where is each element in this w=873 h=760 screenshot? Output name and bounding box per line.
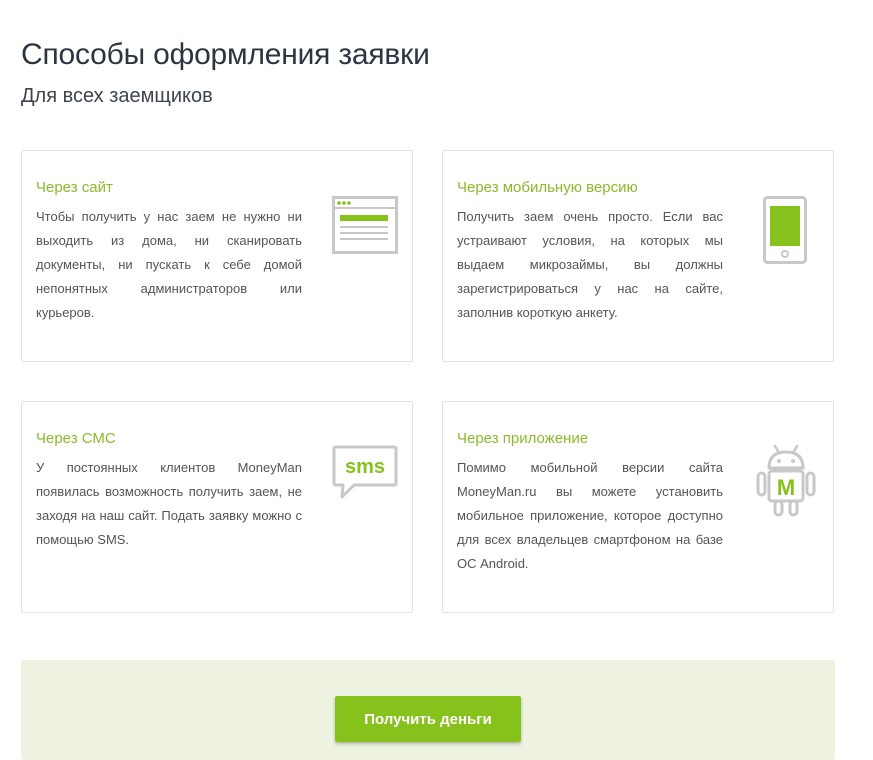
method-card-app: Через приложение Помимо мобильной версии… (442, 401, 834, 613)
card-title: Через мобильную версию (457, 179, 638, 196)
page-subtitle: Для всех заемщиков (21, 85, 213, 107)
cta-panel: Получить деньги (21, 660, 835, 760)
card-text: Получить заем очень просто. Если вас уст… (457, 209, 723, 320)
card-title: Через приложение (457, 430, 589, 447)
browser-window-icon (332, 196, 398, 254)
method-card-sms: Через СМС У постоянных клиентов MoneyMan… (21, 401, 413, 613)
sms-icon-label: sms (345, 456, 385, 478)
get-money-button[interactable]: Получить деньги (335, 696, 521, 742)
android-icon-letter: M (777, 475, 795, 500)
page-title: Способы оформления заявки (21, 38, 430, 71)
method-card-website: Через сайт Чтобы получить у нас заем не … (21, 150, 413, 362)
sms-bubble-icon: sms (332, 445, 398, 499)
method-card-mobile: Через мобильную версию Получить заем оче… (442, 150, 834, 362)
card-text: Помимо мобильной версии сайта MoneyMan.r… (457, 460, 723, 571)
card-text: У постоянных клиентов MoneyMan появилась… (36, 460, 302, 547)
card-title: Через сайт (36, 179, 113, 196)
android-app-icon: M (756, 444, 816, 517)
smartphone-icon (763, 196, 807, 264)
card-text: Чтобы получить у нас заем не нужно ни вы… (36, 209, 302, 320)
card-title: Через СМС (36, 430, 116, 447)
